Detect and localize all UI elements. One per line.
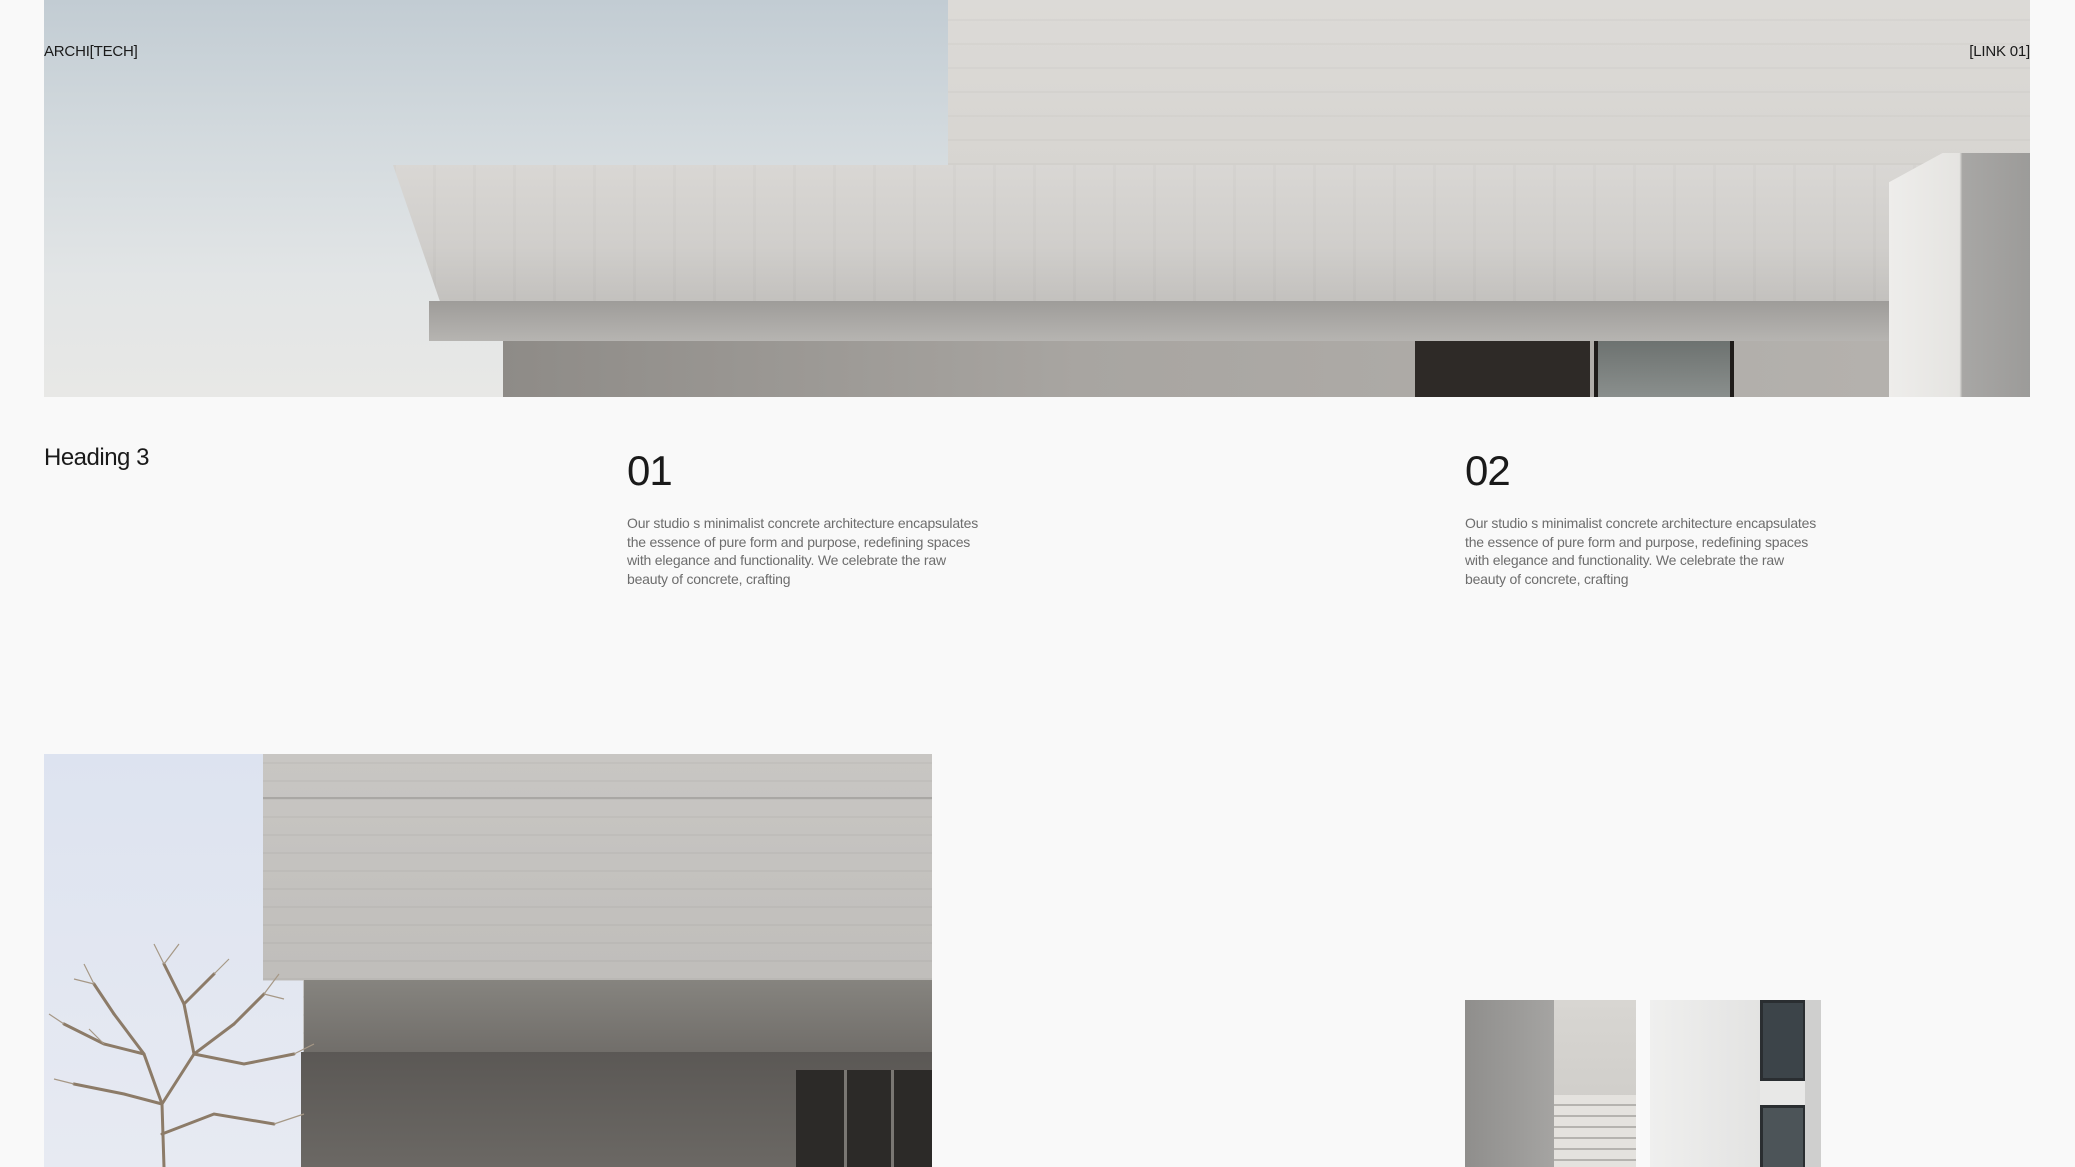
feature-description: Our studio s minimalist concrete archite… — [1465, 515, 1817, 587]
bare-tree — [48, 943, 315, 1167]
feature-number: 02 — [1465, 447, 1511, 494]
hero-upper-wall — [948, 0, 2030, 165]
feature-item-02: 02 Our studio s minimalist concrete arch… — [1465, 448, 1825, 588]
nav-link-01[interactable]: [LINK 01] — [1969, 43, 2030, 60]
feature-item-01: 01 Our studio s minimalist concrete arch… — [627, 448, 987, 588]
stair-wall — [1465, 1000, 1554, 1167]
white-wall — [1650, 1000, 1760, 1167]
gallery-image-stairs — [1465, 1000, 1636, 1167]
concrete-steps — [1554, 1095, 1636, 1167]
lower-window — [1760, 1105, 1806, 1167]
hero-concrete-slab — [393, 165, 1953, 301]
gallery-image-windows — [1650, 1000, 1821, 1167]
hero-column — [1889, 153, 2030, 397]
logo[interactable]: ARCHI[TECH] — [44, 43, 138, 60]
hero-image — [44, 0, 2030, 397]
feature-number: 01 — [627, 447, 673, 494]
gallery-image-facade — [44, 754, 932, 1167]
hero-door — [1415, 341, 1590, 397]
facade-edge — [263, 797, 932, 799]
ground-window — [796, 1070, 932, 1167]
facade-underside — [304, 980, 932, 1052]
page: ARCHI[TECH] [LINK 01] Heading 3 01 Our s… — [0, 0, 2075, 1167]
hero-window — [1594, 341, 1734, 397]
upper-window — [1760, 1000, 1806, 1081]
section-heading: Heading 3 — [44, 444, 149, 471]
hero-slab-underside — [429, 301, 1941, 341]
wall-edge — [1805, 1000, 1821, 1167]
feature-description: Our studio s minimalist concrete archite… — [627, 515, 979, 587]
